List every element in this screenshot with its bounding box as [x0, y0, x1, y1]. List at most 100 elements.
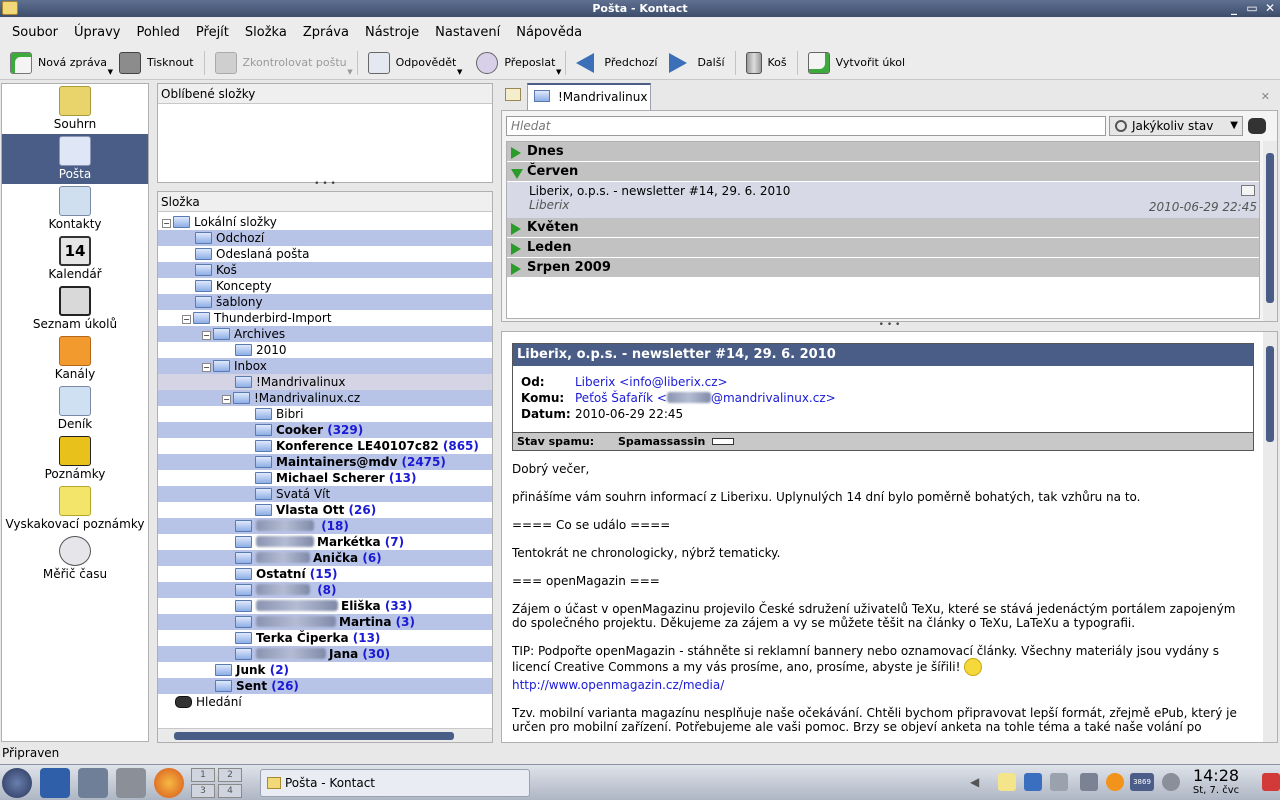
folder-row[interactable]: − Lokální složky	[158, 214, 492, 230]
folder-row[interactable]: Michael Scherer (13)	[158, 470, 492, 486]
new-tab-icon[interactable]	[505, 88, 521, 101]
folder-row[interactable]: 2010	[158, 342, 492, 358]
folder-row[interactable]: Martina (3)	[158, 614, 492, 630]
menu-help[interactable]: Nápověda	[508, 25, 590, 40]
group-header-june[interactable]: Červen	[507, 162, 1259, 182]
check-mail-button[interactable]: Zkontrolovat poštu ▼	[209, 48, 353, 78]
menu-folder[interactable]: Složka	[237, 25, 295, 40]
network-icon[interactable]	[1024, 773, 1042, 791]
collapse-toggle-icon[interactable]: −	[162, 219, 171, 228]
maximize-button[interactable]: ▭	[1244, 0, 1260, 16]
folder-row[interactable]: Eliška (33)	[158, 598, 492, 614]
tab-mandrivalinux[interactable]: !Mandrivalinux	[527, 83, 651, 110]
folder-row[interactable]: Svatá Vít	[158, 486, 492, 502]
menu-file[interactable]: Soubor	[4, 25, 66, 40]
from-link[interactable]: Liberix <info@liberix.cz>	[575, 375, 728, 389]
new-message-button[interactable]: Nová zpráva ▼	[4, 48, 113, 78]
power-icon[interactable]	[1262, 773, 1280, 791]
desktop-4[interactable]: 4	[218, 784, 242, 798]
close-tab-icon[interactable]: ✕	[1261, 90, 1270, 103]
sidebar-item-calendar[interactable]: 14 Kalendář	[2, 234, 148, 284]
task-button-kontact[interactable]: Pošta - Kontact	[260, 769, 530, 797]
help-icon[interactable]	[1106, 773, 1124, 791]
folder-row[interactable]: Odeslaná pošta	[158, 246, 492, 262]
tray-arrow-icon[interactable]: ◀	[970, 775, 979, 789]
trash-button[interactable]: Koš	[740, 48, 793, 78]
clock[interactable]: 14:28 St, 7. čvc	[1186, 767, 1246, 797]
folder-row[interactable]: Jana (30)	[158, 646, 492, 662]
folder-row[interactable]: Koš	[158, 262, 492, 278]
status-filter-select[interactable]: Jakýkoliv stav ▼	[1109, 116, 1243, 136]
info-icon[interactable]	[1162, 773, 1180, 791]
binoculars-icon[interactable]	[1248, 118, 1266, 134]
folder-row[interactable]: Junk (2)	[158, 662, 492, 678]
folder-row[interactable]: šablony	[158, 294, 492, 310]
folder-row[interactable]: Konference LE40107c82 (865)	[158, 438, 492, 454]
folder-column-header[interactable]: Složka	[158, 192, 492, 212]
settings-tools-icon[interactable]	[116, 768, 146, 798]
folder-row[interactable]: Anička (6)	[158, 550, 492, 566]
sidebar-item-feeds[interactable]: Kanály	[2, 334, 148, 384]
previous-button[interactable]: Předchozí	[570, 48, 663, 78]
search-input[interactable]: Hledat	[506, 116, 1106, 136]
sidebar-item-mail[interactable]: Pošta	[2, 134, 148, 184]
volume-icon[interactable]	[1050, 773, 1068, 791]
folder-splitter[interactable]: • • •	[157, 180, 493, 189]
message-row[interactable]: Liberix, o.p.s. - newsletter #14, 29. 6.…	[507, 182, 1259, 218]
firefox-icon[interactable]	[154, 768, 184, 798]
folder-row[interactable]: Hledání	[158, 694, 492, 710]
forward-button[interactable]: Přeposlat ▼	[470, 48, 561, 78]
scrollbar-thumb[interactable]	[1266, 153, 1274, 303]
sidebar-item-popup-notes[interactable]: Vyskakovací poznámky	[2, 484, 148, 534]
scrollbar-thumb[interactable]	[174, 732, 454, 740]
menu-go[interactable]: Přejít	[188, 25, 237, 40]
group-header-today[interactable]: Dnes	[507, 142, 1259, 162]
folder-row[interactable]: − Inbox	[158, 358, 492, 374]
menu-edit[interactable]: Úpravy	[66, 25, 128, 40]
to-link[interactable]: Peťoš Šafařík < @mandrivalinux.cz>	[575, 391, 836, 405]
minimize-button[interactable]: _	[1226, 0, 1242, 16]
collapse-toggle-icon[interactable]: −	[182, 315, 191, 324]
favorite-folders-header[interactable]: Oblíbené složky	[158, 84, 492, 104]
create-task-button[interactable]: Vytvořit úkol	[802, 48, 911, 78]
system-monitor-icon[interactable]	[78, 768, 108, 798]
start-menu-icon[interactable]	[2, 768, 32, 798]
reply-button[interactable]: Odpovědět ▼	[362, 48, 462, 78]
message-list-scrollbar[interactable]	[1263, 141, 1277, 321]
sidebar-item-contacts[interactable]: Kontakty	[2, 184, 148, 234]
desktop-1[interactable]: 1	[191, 768, 215, 782]
menu-message[interactable]: Zpráva	[295, 25, 357, 40]
folder-row[interactable]: Markétka (7)	[158, 534, 492, 550]
menu-tools[interactable]: Nástroje	[357, 25, 427, 40]
close-button[interactable]: ✕	[1262, 0, 1278, 16]
sidebar-item-timer[interactable]: Měřič času	[2, 534, 148, 584]
scrollbar-thumb[interactable]	[1266, 346, 1274, 442]
group-header-august-2009[interactable]: Srpen 2009	[507, 258, 1259, 278]
sidebar-item-notes[interactable]: Poznámky	[2, 434, 148, 484]
folder-row[interactable]: Bibri	[158, 406, 492, 422]
print-button[interactable]: Tisknout	[113, 48, 200, 78]
folder-row[interactable]: Cooker (329)	[158, 422, 492, 438]
folder-horizontal-scrollbar[interactable]	[158, 728, 492, 742]
folder-row[interactable]: (8)	[158, 582, 492, 598]
folder-row[interactable]: !Mandrivalinux	[158, 374, 492, 390]
collapse-toggle-icon[interactable]: −	[202, 363, 211, 372]
folder-row[interactable]: (18)	[158, 518, 492, 534]
folder-row[interactable]: − Thunderbird-Import	[158, 310, 492, 326]
show-desktop-icon[interactable]	[40, 768, 70, 798]
sidebar-item-summary[interactable]: Souhrn	[2, 84, 148, 134]
menu-settings[interactable]: Nastavení	[427, 25, 508, 40]
desktop-3[interactable]: 3	[191, 784, 215, 798]
collapse-toggle-icon[interactable]: −	[202, 331, 211, 340]
desktop-2[interactable]: 2	[218, 768, 242, 782]
folder-row[interactable]: − Archives	[158, 326, 492, 342]
group-header-may[interactable]: Květen	[507, 218, 1259, 238]
reader-scrollbar[interactable]	[1263, 332, 1277, 742]
next-button[interactable]: Další	[663, 48, 730, 78]
folder-row[interactable]: Vlasta Ott (26)	[158, 502, 492, 518]
folder-row[interactable]: Ostatní (15)	[158, 566, 492, 582]
clipboard-icon[interactable]	[998, 773, 1016, 791]
folder-row[interactable]: Maintainers@mdv (2475)	[158, 454, 492, 470]
folder-row[interactable]: − !Mandrivalinux.cz	[158, 390, 492, 406]
reader-splitter[interactable]: • • •	[501, 321, 1278, 330]
